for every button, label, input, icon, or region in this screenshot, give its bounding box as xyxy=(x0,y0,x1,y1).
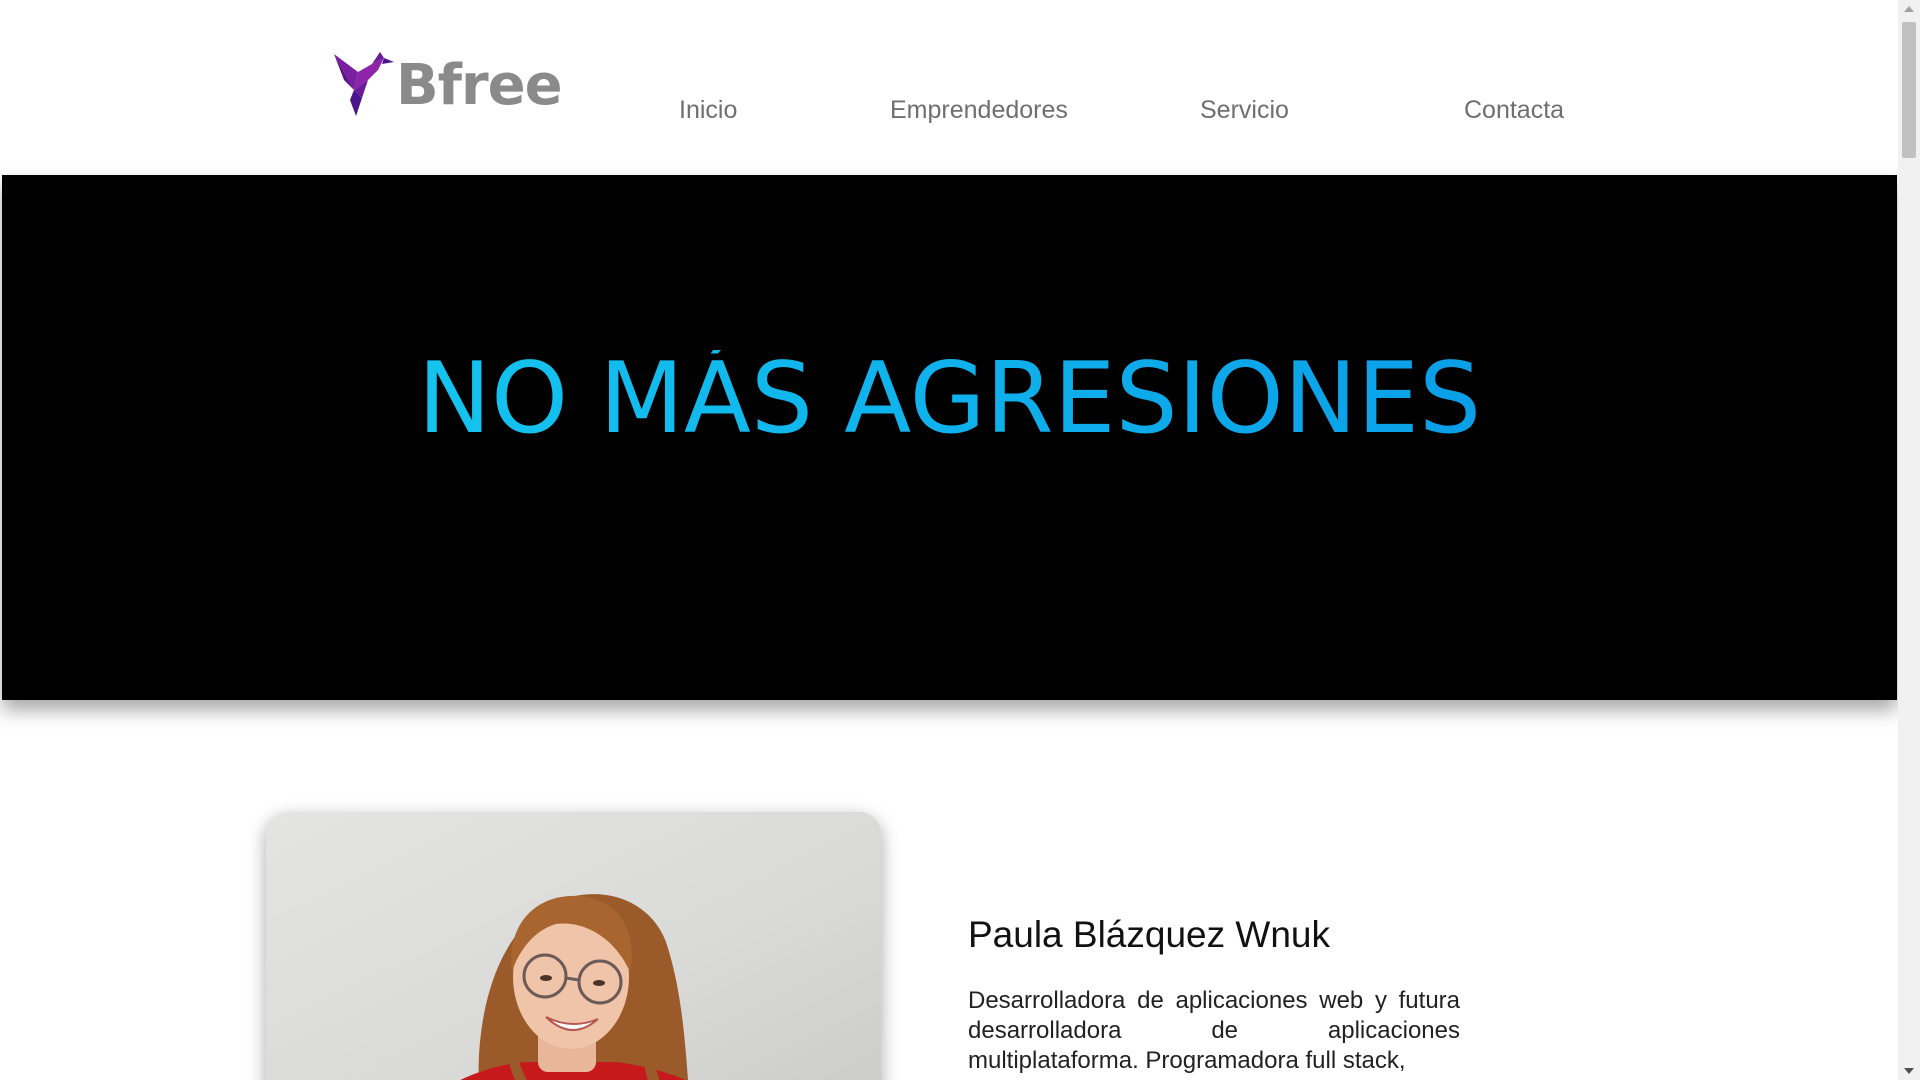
profile-photo-image xyxy=(266,812,881,1080)
page: Bfree Inicio Emprendedores Servicio Cont… xyxy=(0,0,1920,1080)
hero-banner: NO MÁS AGRESIONES xyxy=(2,175,1897,700)
hero-title: NO MÁS AGRESIONES xyxy=(418,350,1482,634)
scroll-down-arrow-icon[interactable] xyxy=(1904,1068,1914,1074)
scrollbar-thumb[interactable] xyxy=(1902,22,1916,158)
nav-link-emprendedores[interactable]: Emprendedores xyxy=(890,96,1068,125)
nav-link-servicio[interactable]: Servicio xyxy=(1200,96,1289,125)
scroll-up-arrow-icon[interactable] xyxy=(1904,6,1914,12)
nav-link-inicio[interactable]: Inicio xyxy=(679,96,737,125)
profile-photo xyxy=(266,812,881,1080)
profile-description: Desarrolladora de aplicaciones web y fut… xyxy=(968,987,1460,1074)
profile-name: Paula Blázquez Wnuk xyxy=(968,914,1330,955)
site-header: Bfree Inicio Emprendedores Servicio Cont… xyxy=(0,0,1898,175)
nav-link-contacta[interactable]: Contacta xyxy=(1464,96,1564,125)
hummingbird-logo-icon xyxy=(334,52,394,116)
logo-wordmark: Bfree xyxy=(396,53,563,118)
vertical-scrollbar[interactable] xyxy=(1898,0,1920,1080)
site-logo[interactable]: Bfree xyxy=(332,50,563,118)
